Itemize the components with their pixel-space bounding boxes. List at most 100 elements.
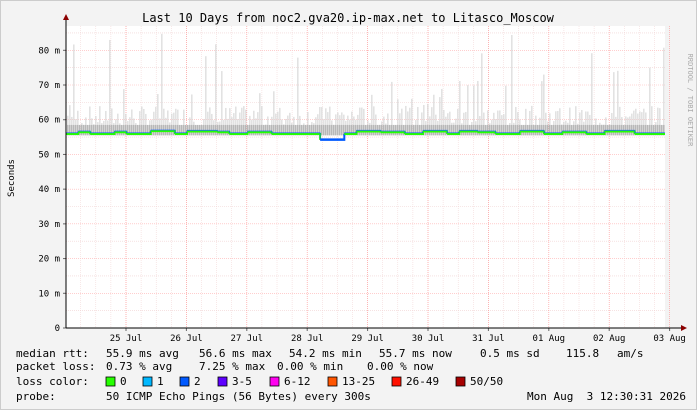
median-rtt-segment <box>187 130 219 133</box>
x-tick-label: 03 Aug <box>653 334 686 344</box>
smoke-core <box>251 124 253 136</box>
smoke-core <box>325 124 327 136</box>
smoke-spike <box>161 33 163 136</box>
smoke-core <box>257 124 259 136</box>
smoke-core <box>399 124 401 136</box>
smokeping-graph: Last 10 Days from noc2.gva20.ip-max.net … <box>0 0 697 410</box>
loss-color-item-label: 50/50 <box>470 375 503 388</box>
smoke-core <box>479 124 481 136</box>
smoke-core <box>573 124 575 136</box>
median-rtt-label: median rtt: <box>16 347 89 360</box>
smoke-core <box>263 124 265 136</box>
smoke-core <box>339 124 341 136</box>
loss-color-swatch <box>455 376 466 387</box>
smoke-core <box>121 124 123 136</box>
smoke-core <box>269 124 271 136</box>
loss-color-item-label: 3-5 <box>232 375 252 388</box>
smoke-core <box>567 124 569 136</box>
probe-timestamp: Mon Aug 3 12:30:31 2026 <box>527 390 686 403</box>
median-rtt-avg: 55.9 ms avg <box>106 347 179 360</box>
smoke-core <box>253 124 255 136</box>
y-tick-label: 10 m <box>38 289 60 299</box>
x-tick-label: 27 Jul <box>231 334 264 344</box>
smoke-core <box>335 124 337 136</box>
loss-color-swatch <box>217 376 228 387</box>
x-tick-label: 31 Jul <box>472 334 505 344</box>
smoke-core <box>395 124 397 136</box>
smoke-core <box>401 124 403 136</box>
smoke-core <box>491 124 493 136</box>
smoke-core <box>481 124 483 136</box>
smoke-spike <box>663 47 665 136</box>
smoke-core <box>87 124 89 136</box>
smoke-core <box>485 124 487 136</box>
smoke-core <box>259 124 261 136</box>
loss-color-swatch <box>391 376 402 387</box>
smoke-core <box>387 124 389 136</box>
loss-color-swatch <box>327 376 338 387</box>
loss-color-item-label: 0 <box>120 375 127 388</box>
y-tick-label: 20 m <box>38 255 60 265</box>
smoke-core <box>493 124 495 136</box>
x-tick-label: 29 Jul <box>351 334 384 344</box>
smoke-core <box>83 124 85 136</box>
smoke-core <box>117 124 119 136</box>
smoke-core <box>261 124 263 136</box>
rrdtool-watermark: RRDTOOL / TOBI OETIKER <box>686 54 694 148</box>
smoke-core <box>321 124 323 136</box>
smoke-core <box>85 124 87 136</box>
smoke-core <box>575 124 577 136</box>
smoke-core <box>397 124 399 136</box>
packet-loss-avg: 0.73 % avg <box>106 360 172 373</box>
median-rtt-am: 115.8 <box>566 347 599 360</box>
smoke-core <box>571 124 573 136</box>
smoke-core <box>337 124 339 136</box>
smoke-core <box>79 124 81 136</box>
smoke-core <box>489 124 491 136</box>
smoke-core <box>391 124 393 136</box>
smoke-core <box>329 124 331 136</box>
smoke-core <box>577 124 579 136</box>
smoke-spike <box>73 44 75 136</box>
median-rtt-now: 55.7 ms now <box>379 347 452 360</box>
smoke-core <box>483 124 485 136</box>
loss-color-item-label: 6-12 <box>284 375 311 388</box>
y-tick-label: 50 m <box>38 150 60 160</box>
smoke-core <box>255 124 257 136</box>
smoke-core <box>249 124 251 136</box>
smoke-core <box>267 124 269 136</box>
smoke-core <box>333 124 335 136</box>
smoke-core <box>583 124 585 136</box>
median-rtt-max: 56.6 ms max <box>199 347 272 360</box>
smoke-core <box>393 124 395 136</box>
smoke-core <box>119 124 121 136</box>
median-rtt-sd: 0.5 ms sd <box>480 347 540 360</box>
y-tick-label: 80 m <box>38 46 60 56</box>
smoke-core <box>581 124 583 136</box>
loss-color-item-label: 2 <box>194 375 201 388</box>
smoke-spike <box>511 35 513 136</box>
smoke-core <box>265 124 267 136</box>
smoke-core <box>579 124 581 136</box>
loss-color-item-label: 26-49 <box>406 375 439 388</box>
loss-color-swatch <box>269 376 280 387</box>
median-rtt-am-unit: am/s <box>617 347 644 360</box>
smoke-core <box>123 124 125 136</box>
smoke-core <box>565 124 567 136</box>
smoke-core <box>219 124 221 136</box>
smoke-core <box>341 124 343 136</box>
smoke-spike <box>481 53 483 136</box>
y-tick-label: 0 <box>55 324 60 334</box>
packet-loss-label: packet loss: <box>16 360 95 373</box>
smoke-core <box>223 124 225 136</box>
y-tick-label: 40 m <box>38 185 60 195</box>
x-tick-label: 25 Jul <box>110 334 143 344</box>
smoke-core <box>225 124 227 136</box>
plot-area <box>66 26 665 328</box>
smoke-spike <box>591 53 593 136</box>
y-tick-label: 70 m <box>38 81 60 91</box>
y-axis-label: Seconds <box>7 159 17 197</box>
smoke-core <box>331 124 333 136</box>
chart-title: Last 10 Days from noc2.gva20.ip-max.net … <box>142 11 555 25</box>
median-rtt-segment <box>356 130 382 133</box>
